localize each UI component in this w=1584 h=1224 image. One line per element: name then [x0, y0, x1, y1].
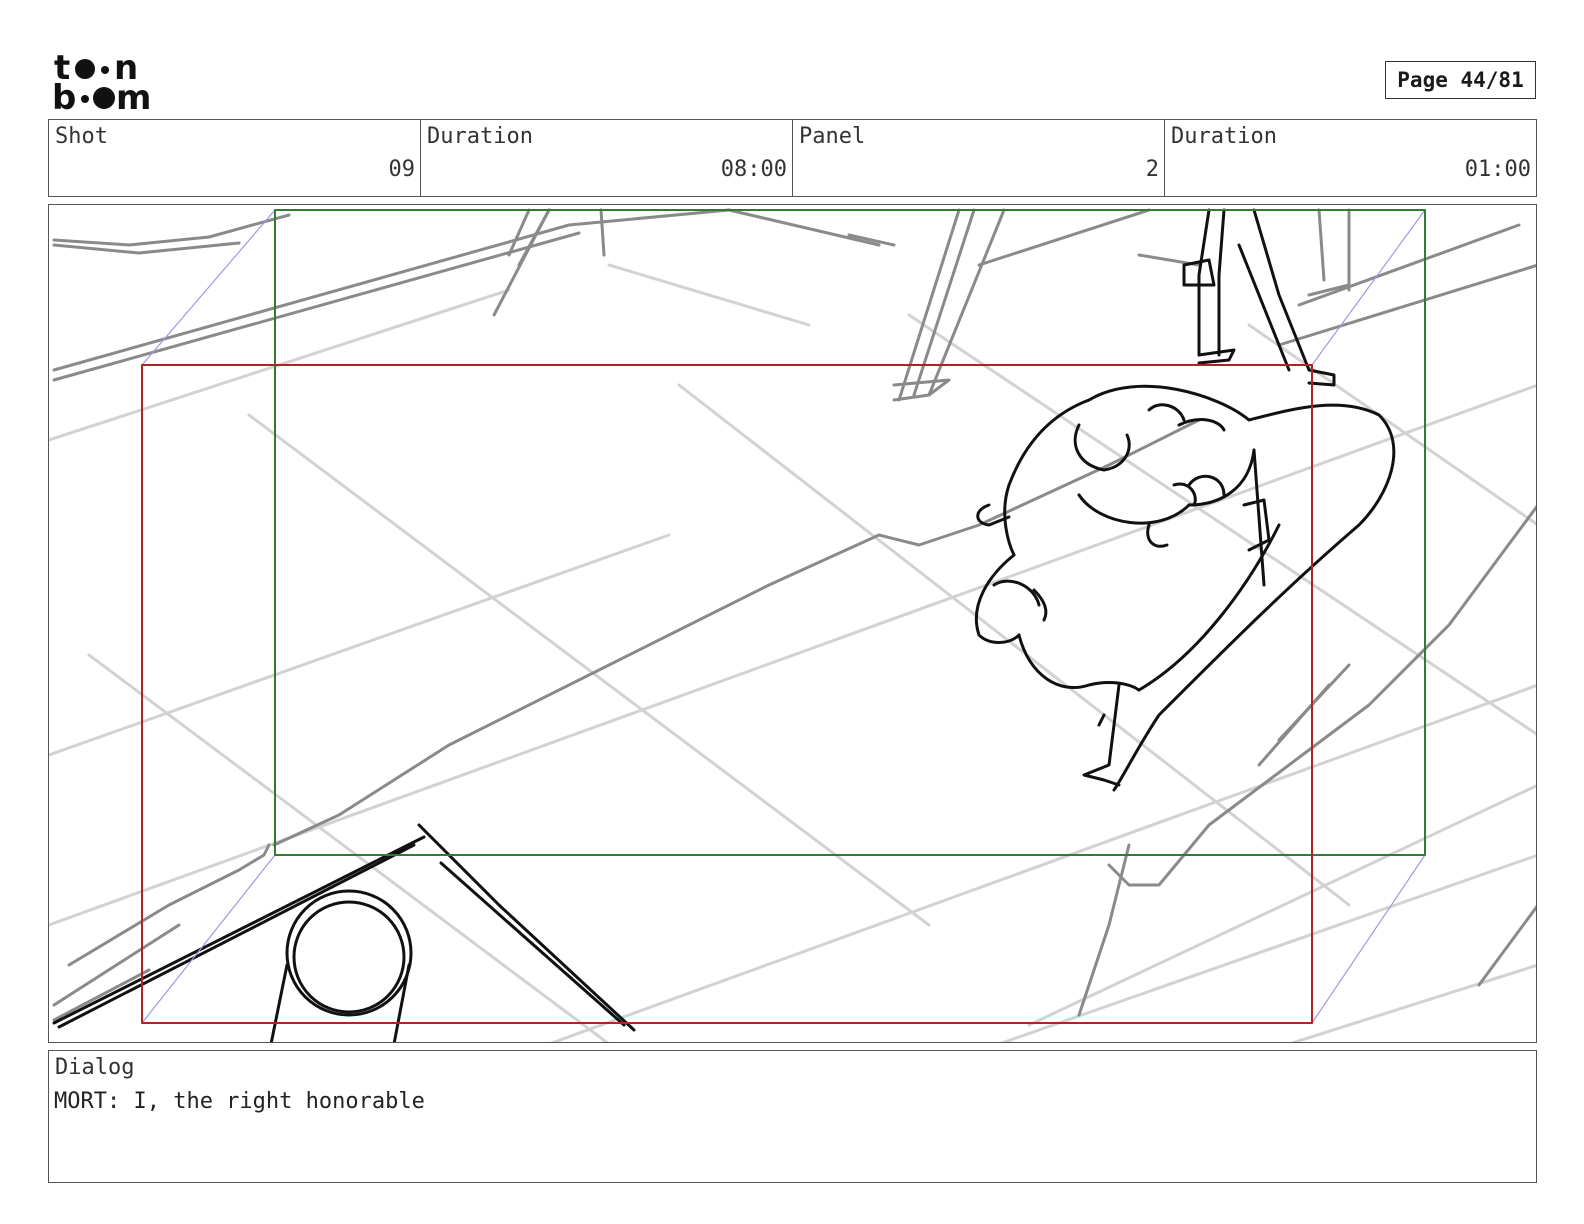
camera-frame-red: [141, 364, 1313, 1024]
toonboom-logo: t n b m: [52, 48, 164, 118]
shot-duration-label: Duration: [427, 124, 533, 149]
panel-duration-label: Duration: [1171, 124, 1277, 149]
panel-cell: Panel 2: [793, 120, 1165, 196]
panel-duration-value: 01:00: [1464, 157, 1531, 182]
panel-drawing: [48, 204, 1537, 1043]
page-number: Page 44/81: [1385, 61, 1536, 99]
shot-duration-value: 08:00: [720, 157, 787, 182]
character-sketch: [52, 208, 1396, 1042]
shot-label: Shot: [55, 124, 108, 149]
dialog-box: Dialog MORT: I, the right honorable: [48, 1050, 1537, 1183]
panel-duration-cell: Duration 01:00: [1165, 120, 1536, 196]
floor-tile-lines: [49, 263, 1536, 1042]
shot-info-table: Shot 09 Duration 08:00 Panel 2 Duration …: [48, 119, 1537, 197]
shot-cell: Shot 09: [49, 120, 421, 196]
panel-value: 2: [1145, 157, 1159, 182]
svg-text:m: m: [116, 78, 151, 112]
safe-frame-green: [274, 209, 1426, 856]
shot-value: 09: [388, 157, 416, 182]
dialog-text: MORT: I, the right honorable: [54, 1089, 425, 1114]
svg-text:b: b: [52, 78, 76, 112]
shot-duration-cell: Duration 08:00: [421, 120, 793, 196]
background-sketch: [52, 208, 1536, 1022]
camera-move-guides: [141, 209, 1426, 1024]
panel-label: Panel: [799, 124, 866, 149]
dialog-label: Dialog: [55, 1055, 135, 1080]
